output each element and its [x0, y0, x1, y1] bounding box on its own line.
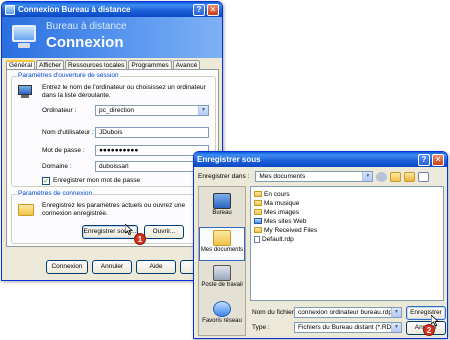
monitor-logo-icon	[8, 23, 40, 51]
open-button[interactable]: Ouvrir...	[144, 225, 184, 239]
chevron-down-icon[interactable]: ▼	[198, 106, 208, 115]
file-list: En cours Ma musique Mes images Mes sites…	[250, 186, 444, 301]
list-item[interactable]: Ma musique	[254, 199, 299, 207]
type-select[interactable]: Fichiers du Bureau distant (*.RDP) ▼	[294, 322, 402, 333]
remote-desktop-window: Connexion Bureau à distance ? ✕ Bureau à…	[1, 1, 223, 281]
save-in-combobox[interactable]: Mes documents ▼	[255, 171, 374, 182]
domain-field[interactable]: duboissarl	[95, 161, 209, 172]
save-dialog-title-bar[interactable]: Enregistrer sous ? ✕	[194, 152, 447, 167]
save-in-value: Mes documents	[259, 173, 306, 180]
file-name: Mes sites Web	[264, 217, 307, 225]
file-name: Mes images	[264, 208, 300, 216]
folder-icon	[18, 204, 34, 216]
place-my-documents[interactable]: Mes documents	[199, 227, 245, 261]
save-dialog-title: Enregistrer sous	[197, 155, 261, 164]
place-my-documents-label: Mes documents	[200, 247, 244, 253]
place-network-label: Favoris réseau	[202, 318, 242, 324]
save-password-checkbox[interactable]: ✓	[42, 177, 50, 185]
session-settings-group: Paramètres d'ouverture de session Entrez…	[11, 72, 216, 187]
folder-icon	[254, 227, 262, 233]
username-value: JDubois	[99, 129, 123, 136]
file-name: En cours	[264, 190, 290, 198]
list-item[interactable]: Mes images	[254, 208, 299, 216]
cancel-button[interactable]: Annuler	[92, 260, 132, 274]
file-name: Default.rdp	[262, 235, 294, 243]
file-name: Ma musique	[264, 199, 300, 207]
filename-field[interactable]: connexion ordinateur bureau.rdp ▼	[294, 307, 402, 318]
computer-value: pc_direction	[99, 107, 135, 114]
connection-description: Enregistrez les paramètres actuels ou ou…	[42, 202, 186, 217]
places-bar: Bureau Mes documents Poste de travail Fa…	[198, 186, 246, 336]
connection-settings-group: Paramètres de connexion Enregistrez les …	[11, 190, 216, 244]
list-item[interactable]: Mes sites Web	[254, 217, 307, 225]
help-title-button[interactable]: ?	[418, 153, 430, 166]
username-field[interactable]: JDubois	[95, 127, 209, 138]
banner-title: Connexion	[46, 34, 124, 51]
username-label: Nom d'utilisateur :	[42, 129, 94, 136]
chevron-down-icon[interactable]: ▼	[362, 172, 373, 181]
list-item[interactable]: My Received Files	[254, 226, 317, 234]
help-button[interactable]: Aide	[136, 260, 176, 274]
chevron-down-icon[interactable]: ▼	[391, 308, 401, 317]
chevron-down-icon[interactable]: ▼	[391, 323, 401, 332]
connect-button[interactable]: Connexion	[46, 260, 88, 274]
callout-badge-1: 1	[134, 233, 146, 245]
callout-badge-2: 2	[423, 324, 435, 336]
desktop-icon	[213, 193, 231, 209]
view-menu-icon[interactable]	[418, 171, 430, 182]
save-in-bar: Enregistrer dans : Mes documents ▼	[198, 171, 430, 182]
pictures-folder-icon	[254, 209, 262, 215]
new-folder-icon[interactable]	[404, 171, 416, 182]
my-computer-icon	[213, 265, 231, 281]
banner: Bureau à distance Connexion	[2, 17, 222, 58]
mouse-cursor-icon	[125, 224, 133, 235]
save-in-label: Enregistrer dans :	[198, 173, 250, 180]
filename-value: connexion ordinateur bureau.rdp	[298, 309, 392, 316]
save-button[interactable]: Enregistrer	[406, 306, 446, 320]
remote-desktop-icon	[5, 4, 15, 15]
place-network[interactable]: Favoris réseau	[199, 299, 245, 333]
computer-label: Ordinateur :	[42, 107, 77, 114]
window-title: Connexion Bureau à distance	[18, 5, 131, 14]
folder-icon	[254, 191, 262, 197]
banner-subtitle: Bureau à distance	[46, 21, 127, 32]
web-folder-icon	[254, 218, 262, 224]
domain-value: duboissarl	[99, 163, 129, 170]
list-item[interactable]: En cours	[254, 190, 290, 198]
save-as-dialog: Enregistrer sous ? ✕ Enregistrer dans : …	[193, 151, 448, 339]
rdp-file-icon	[254, 235, 260, 243]
close-button[interactable]: ✕	[207, 3, 219, 16]
music-folder-icon	[254, 200, 262, 206]
my-documents-icon	[213, 230, 231, 246]
session-instructions: Entrez le nom de l'ordinateur ou choisis…	[42, 84, 206, 99]
session-group-legend: Paramètres d'ouverture de session	[17, 72, 120, 79]
password-label: Mot de passe :	[42, 147, 85, 154]
computer-combobox[interactable]: pc_direction ▼	[95, 105, 209, 116]
list-item[interactable]: Default.rdp	[254, 235, 294, 243]
type-label: Type :	[252, 324, 270, 331]
place-desktop-label: Bureau	[212, 210, 232, 216]
password-value: ●●●●●●●●●●	[99, 147, 139, 154]
back-icon[interactable]	[376, 171, 388, 182]
file-name: My Received Files	[264, 226, 318, 234]
general-tab-panel: Paramètres d'ouverture de session Entrez…	[6, 69, 219, 247]
place-desktop[interactable]: Bureau	[199, 191, 245, 225]
network-places-icon	[213, 301, 231, 317]
filename-label: Nom du fichier :	[252, 309, 298, 316]
computer-icon	[17, 85, 33, 99]
place-my-computer-label: Poste de travail	[201, 282, 243, 288]
connection-group-legend: Paramètres de connexion	[17, 190, 94, 197]
title-bar[interactable]: Connexion Bureau à distance ? ✕	[2, 2, 222, 17]
domain-label: Domaine :	[42, 163, 72, 170]
save-password-label: Enregistrer mon mot de passe	[53, 177, 141, 184]
type-value: Fichiers du Bureau distant (*.RDP)	[298, 324, 398, 331]
up-folder-icon[interactable]	[390, 171, 402, 182]
help-title-button[interactable]: ?	[193, 3, 205, 16]
password-field[interactable]: ●●●●●●●●●●	[95, 145, 209, 156]
close-button[interactable]: ✕	[432, 153, 444, 166]
place-my-computer[interactable]: Poste de travail	[199, 263, 245, 297]
